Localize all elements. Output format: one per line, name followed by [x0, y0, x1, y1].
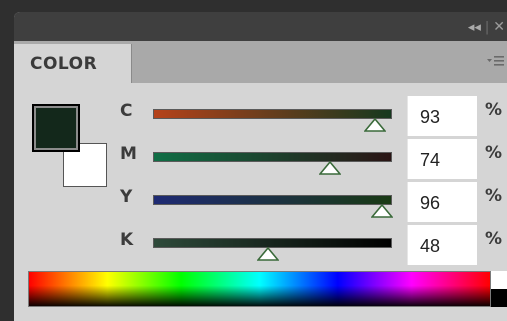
- title-controls: ◂◂ | ✕: [468, 17, 507, 37]
- channel-label-c: C: [120, 101, 133, 121]
- value-box-k: [407, 225, 478, 265]
- channel-row-y: Y %: [14, 181, 507, 222]
- panel-menu-icon[interactable]: [487, 53, 505, 69]
- color-spectrum-ramp[interactable]: [28, 271, 491, 307]
- slider-track-m[interactable]: [153, 152, 392, 162]
- channel-row-m: M %: [14, 138, 507, 179]
- slider-thumb-c[interactable]: [364, 118, 387, 132]
- unit-label-k: %: [485, 229, 503, 249]
- slider-track-c[interactable]: [153, 109, 392, 119]
- double-chevron-left-icon[interactable]: ◂◂: [468, 20, 481, 35]
- channel-label-m: M: [120, 144, 137, 164]
- channel-label-y: Y: [120, 187, 133, 207]
- slider-track-y[interactable]: [153, 195, 392, 205]
- channel-label-k: K: [120, 230, 134, 250]
- panel-tabbar: COLOR: [14, 41, 507, 83]
- tab-color[interactable]: COLOR: [14, 44, 132, 83]
- slider-thumb-m[interactable]: [318, 161, 341, 175]
- value-input-k[interactable]: [408, 225, 478, 265]
- channel-row-k: K %: [14, 224, 507, 265]
- channel-row-c: C %: [14, 95, 507, 136]
- close-icon[interactable]: ✕: [493, 19, 507, 35]
- value-box-c: [407, 96, 478, 136]
- title-separator: |: [484, 19, 490, 35]
- value-input-m[interactable]: [408, 139, 478, 179]
- panel-titlebar: ◂◂ | ✕: [14, 12, 507, 41]
- slider-thumb-k[interactable]: [256, 247, 279, 261]
- unit-label-m: %: [485, 143, 503, 163]
- tab-color-label: COLOR: [30, 54, 98, 74]
- unit-label-y: %: [485, 186, 503, 206]
- black-swatch[interactable]: [491, 289, 507, 307]
- value-input-y[interactable]: [408, 182, 478, 222]
- color-panel: ◂◂ | ✕ COLOR C %: [14, 12, 507, 321]
- slider-thumb-y[interactable]: [371, 204, 394, 218]
- value-input-c[interactable]: [408, 96, 478, 136]
- white-swatch[interactable]: [491, 271, 507, 289]
- unit-label-c: %: [485, 100, 503, 120]
- value-box-m: [407, 139, 478, 179]
- value-box-y: [407, 182, 478, 222]
- black-white-swatch-strip: [491, 271, 507, 307]
